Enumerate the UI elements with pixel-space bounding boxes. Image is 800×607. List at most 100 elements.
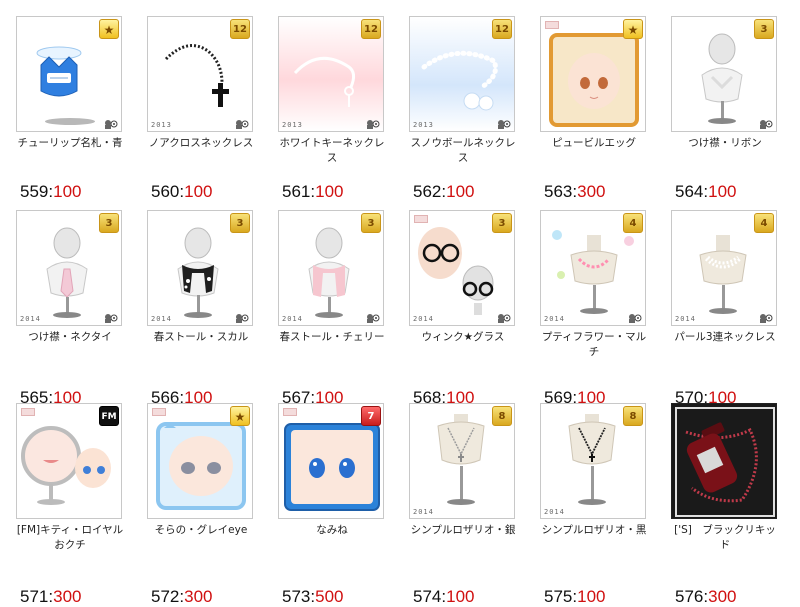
item-card[interactable]: 2014 3 ウィンク★グラス 568:100 xyxy=(409,210,529,407)
level-badge: 12 xyxy=(361,19,381,39)
item-name[interactable]: スノウボールネックレス xyxy=(409,136,517,166)
item-card[interactable]: 2014 8 シンプルロザリオ・銀 574:100 xyxy=(409,403,529,606)
level-badge: 12 xyxy=(230,19,250,39)
item-card[interactable]: 2014 4 プティフラワー・マルチ 569:100 xyxy=(540,210,660,407)
item-card[interactable]: 2013 12 ノアクロスネックレス 560:100 xyxy=(147,16,267,210)
item-name[interactable]: パール3連ネックレス xyxy=(671,330,779,345)
friend-star-badge: ★ xyxy=(230,406,250,426)
item-name[interactable]: ピュービルエッグ xyxy=(540,136,648,151)
item-name[interactable]: [FM]キティ・ロイヤルおクチ xyxy=(16,523,124,553)
item-name[interactable]: シンプルロザリオ・黒 xyxy=(540,523,648,538)
item-card[interactable]: 2014 3 春ストール・チェリー 567:100 xyxy=(278,210,398,407)
level-badge: 3 xyxy=(492,213,512,233)
item-thumbnail[interactable]: 7 xyxy=(278,403,384,519)
item-year: 2014 xyxy=(151,315,172,323)
level-badge: 8 xyxy=(623,406,643,426)
item-card[interactable]: 7 なみね 573:500 xyxy=(278,403,398,606)
level-badge: 7 xyxy=(361,406,381,426)
item-card[interactable]: 2014 3 春ストール・スカル 566:100 xyxy=(147,210,267,407)
item-name[interactable]: シンプルロザリオ・銀 xyxy=(409,523,517,538)
level-badge: 8 xyxy=(492,406,512,426)
item-card[interactable]: FM [FM]キティ・ロイヤルおクチ 571:300 xyxy=(16,403,136,606)
item-price: 571:300 xyxy=(20,587,82,606)
item-card[interactable]: ★ チューリップ名札・青 559:100 xyxy=(16,16,136,210)
zoom-icon[interactable] xyxy=(366,119,380,129)
zoom-icon[interactable] xyxy=(759,313,773,323)
item-price: 563:300 xyxy=(544,182,606,201)
item-name[interactable]: なみね xyxy=(278,523,386,538)
item-name[interactable]: つけ襟・リボン xyxy=(671,136,779,151)
item-card[interactable]: ['S] ブラックリキッド 576:300 xyxy=(671,403,791,606)
item-card[interactable]: ★ そらの・グレイeye 572:300 xyxy=(147,403,267,606)
item-price: 560:100 xyxy=(151,182,213,201)
item-year: 2013 xyxy=(282,121,303,129)
item-name[interactable]: ['S] ブラックリキッド xyxy=(671,523,779,553)
item-thumbnail[interactable]: FM xyxy=(16,403,122,519)
item-price: 564:100 xyxy=(675,182,737,201)
zoom-icon[interactable] xyxy=(235,119,249,129)
zoom-icon[interactable] xyxy=(628,313,642,323)
item-thumbnail[interactable]: 2013 12 xyxy=(147,16,253,132)
item-thumbnail[interactable]: 2014 8 xyxy=(540,403,646,519)
friend-star-badge: ★ xyxy=(99,19,119,39)
zoom-icon[interactable] xyxy=(497,119,511,129)
item-year: 2014 xyxy=(413,508,434,516)
zoom-icon[interactable] xyxy=(104,313,118,323)
item-price: 576:300 xyxy=(675,587,737,606)
level-badge: 3 xyxy=(99,213,119,233)
item-thumbnail[interactable]: ★ xyxy=(16,16,122,132)
zoom-icon[interactable] xyxy=(497,313,511,323)
item-card[interactable]: 2013 12 ホワイトキーネックレス 561:100 xyxy=(278,16,398,210)
item-thumbnail[interactable]: 2013 12 xyxy=(409,16,515,132)
item-card[interactable]: 3 つけ襟・リボン 564:100 xyxy=(671,16,791,210)
item-card[interactable]: 2014 4 パール3連ネックレス 570:100 xyxy=(671,210,791,407)
level-badge: 4 xyxy=(623,213,643,233)
zoom-icon[interactable] xyxy=(759,119,773,129)
item-year: 2014 xyxy=(20,315,41,323)
item-year: 2013 xyxy=(151,121,172,129)
item-price: 572:300 xyxy=(151,587,213,606)
item-name[interactable]: チューリップ名札・青 xyxy=(16,136,124,151)
item-price: 573:500 xyxy=(282,587,344,606)
zoom-icon[interactable] xyxy=(235,313,249,323)
item-card[interactable]: 2014 8 シンプルロザリオ・黒 575:100 xyxy=(540,403,660,606)
item-thumbnail[interactable]: 3 xyxy=(671,16,777,132)
item-thumbnail[interactable]: 2014 3 xyxy=(278,210,384,326)
item-year: 2014 xyxy=(675,315,696,323)
item-name[interactable]: 春ストール・スカル xyxy=(147,330,255,345)
item-thumbnail[interactable]: 2014 4 xyxy=(540,210,646,326)
level-badge: 3 xyxy=(361,213,381,233)
item-card[interactable]: 2013 12 スノウボールネックレス 562:100 xyxy=(409,16,529,210)
level-badge: 3 xyxy=(230,213,250,233)
item-price: 559:100 xyxy=(20,182,82,201)
item-card[interactable]: 2014 3 つけ襟・ネクタイ 565:100 xyxy=(16,210,136,407)
item-name[interactable]: ウィンク★グラス xyxy=(409,330,517,345)
item-thumbnail[interactable]: 2014 3 xyxy=(16,210,122,326)
level-badge: 3 xyxy=(754,19,774,39)
zoom-icon[interactable] xyxy=(366,313,380,323)
item-year: 2014 xyxy=(282,315,303,323)
black-liquid-icon xyxy=(672,404,776,518)
item-thumbnail[interactable]: 2014 3 xyxy=(409,210,515,326)
item-price: 574:100 xyxy=(413,587,475,606)
item-year: 2014 xyxy=(544,315,565,323)
item-name[interactable]: ホワイトキーネックレス xyxy=(278,136,386,166)
item-name[interactable]: つけ襟・ネクタイ xyxy=(16,330,124,345)
item-thumbnail[interactable]: ★ xyxy=(147,403,253,519)
item-thumbnail[interactable]: 2014 3 xyxy=(147,210,253,326)
item-name[interactable]: プティフラワー・マルチ xyxy=(540,330,648,360)
item-thumbnail[interactable]: ★ xyxy=(540,16,646,132)
item-card[interactable]: ★ ピュービルエッグ 563:300 xyxy=(540,16,660,210)
item-thumbnail[interactable]: 2013 12 xyxy=(278,16,384,132)
item-thumbnail[interactable]: 2014 4 xyxy=(671,210,777,326)
zoom-icon[interactable] xyxy=(104,119,118,129)
level-badge: 12 xyxy=(492,19,512,39)
item-name[interactable]: 春ストール・チェリー xyxy=(278,330,386,345)
item-name[interactable]: ノアクロスネックレス xyxy=(147,136,255,151)
item-thumbnail[interactable]: 2014 8 xyxy=(409,403,515,519)
fm-badge: FM xyxy=(99,406,119,426)
friend-star-badge: ★ xyxy=(623,19,643,39)
item-thumbnail[interactable] xyxy=(671,403,777,519)
item-name[interactable]: そらの・グレイeye xyxy=(147,523,255,538)
item-year: 2013 xyxy=(413,121,434,129)
